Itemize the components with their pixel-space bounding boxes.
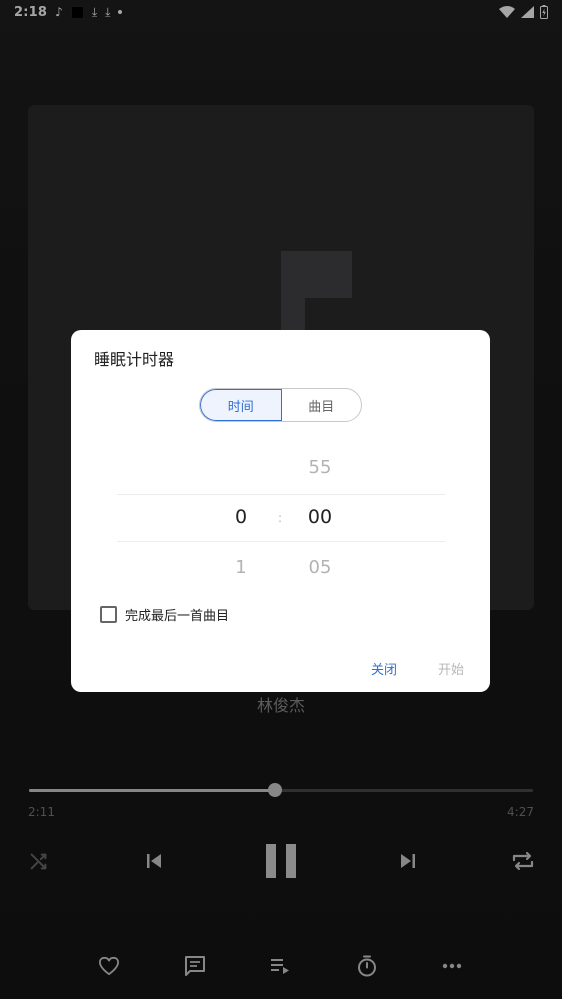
start-button[interactable]: 开始 <box>438 659 464 678</box>
minutes-selected[interactable]: 00 <box>290 506 350 528</box>
minutes-next[interactable]: 05 <box>290 557 350 578</box>
tab-time[interactable]: 时间 <box>200 389 282 421</box>
minutes-previous[interactable]: 55 <box>290 457 350 478</box>
picker-divider-bottom <box>117 541 445 542</box>
mode-segmented-control: 时间 曲目 <box>199 388 362 422</box>
close-button[interactable]: 关闭 <box>371 659 397 678</box>
finish-last-track-checkbox[interactable] <box>100 606 117 623</box>
picker-divider-top <box>117 494 445 495</box>
picker-separator: : <box>278 511 283 525</box>
hours-next[interactable]: 1 <box>211 557 271 578</box>
hours-selected[interactable]: 0 <box>211 506 271 528</box>
finish-last-track-label: 完成最后一首曲目 <box>125 609 230 624</box>
sleep-timer-dialog: 睡眠计时器 时间 曲目 0 1 : 55 00 05 完成最后一首曲目 关闭 开… <box>71 330 490 692</box>
dialog-title: 睡眠计时器 <box>94 350 175 369</box>
tab-tracks[interactable]: 曲目 <box>282 389 362 421</box>
finish-last-track-option[interactable]: 完成最后一首曲目 <box>100 605 229 624</box>
